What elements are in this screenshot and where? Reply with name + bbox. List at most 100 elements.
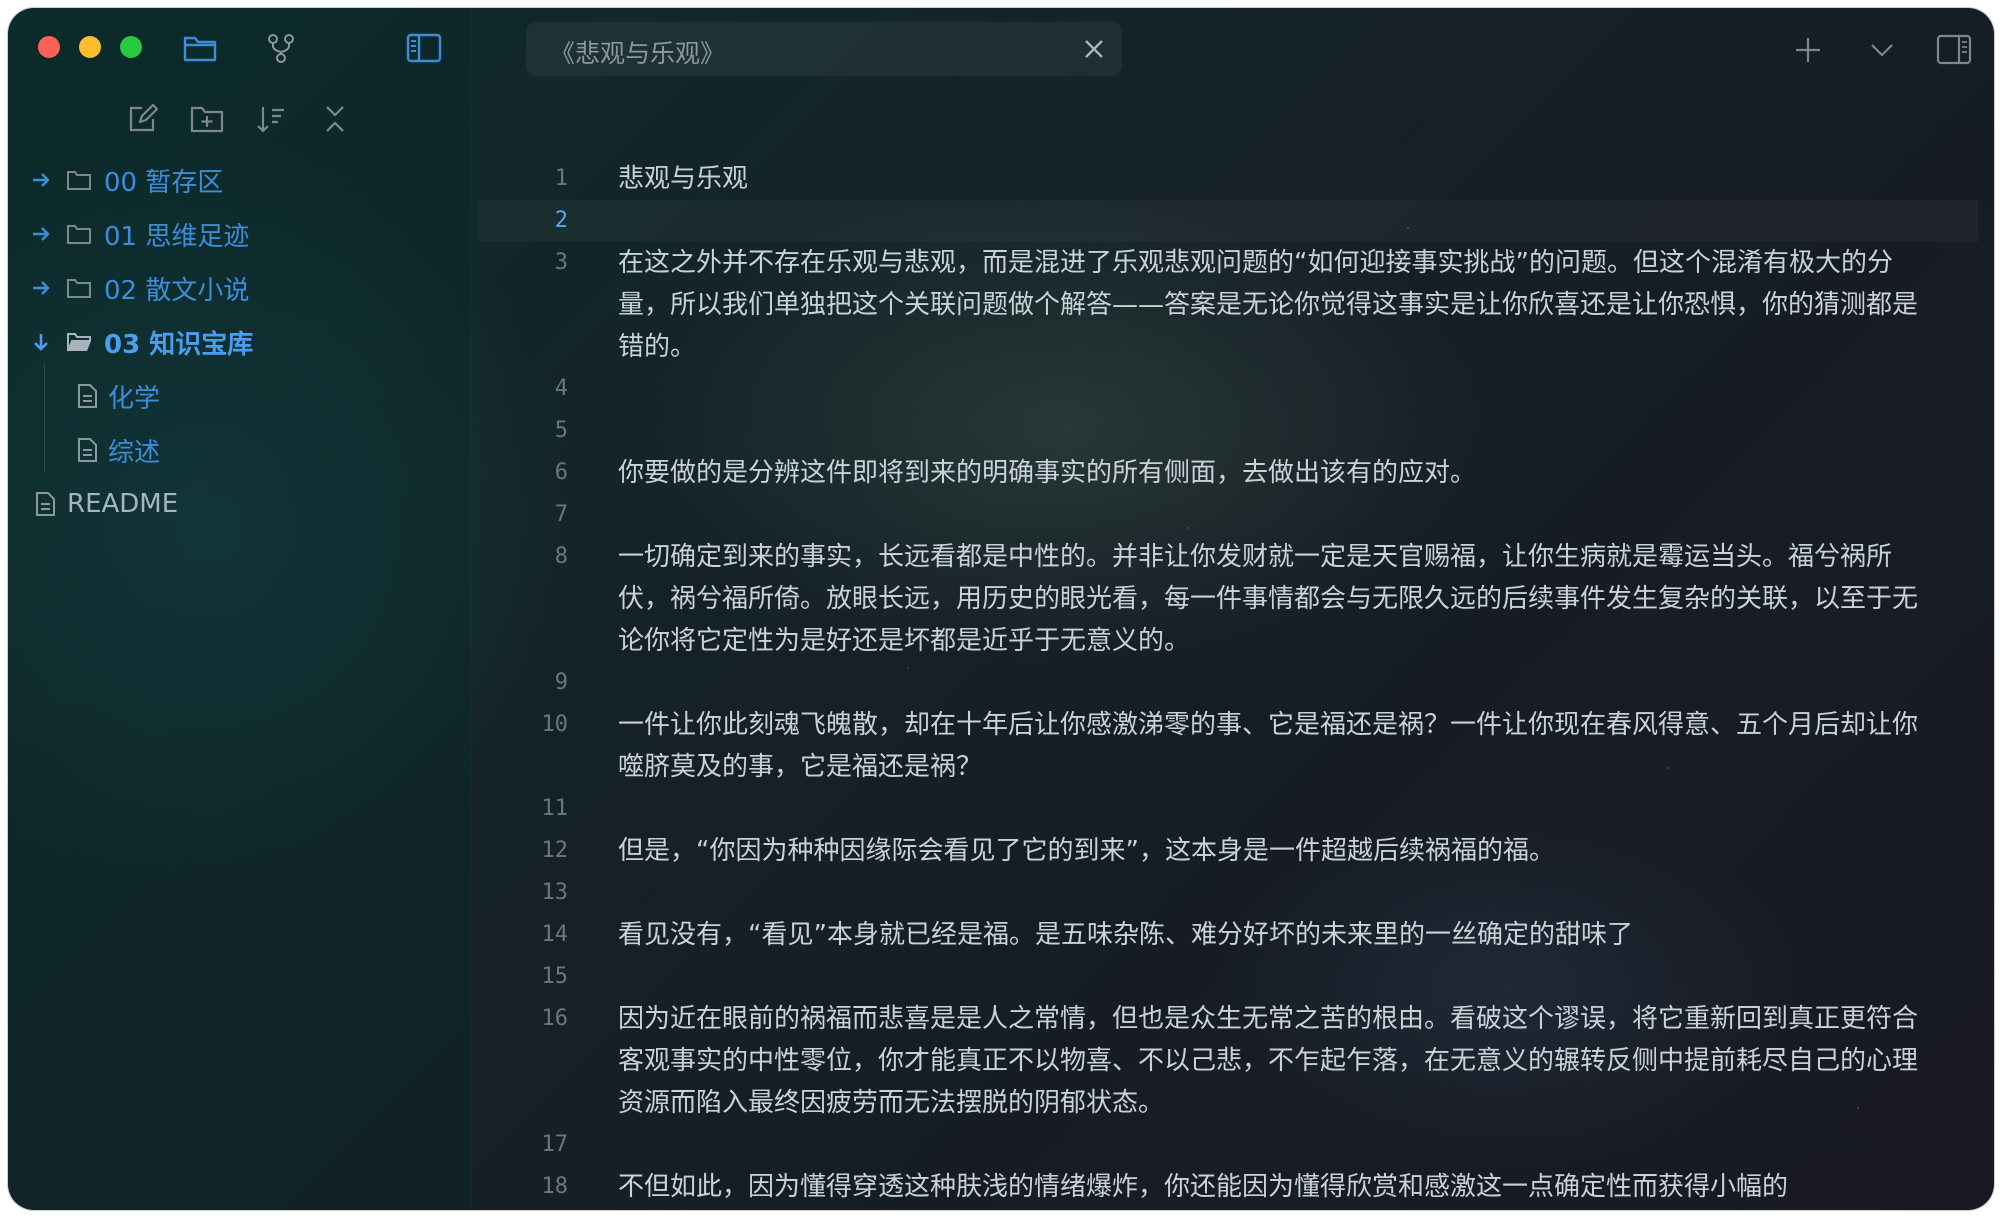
expand-arrow-icon[interactable] (30, 223, 52, 245)
git-branch-icon[interactable] (263, 30, 299, 66)
line-text[interactable]: 在这之外并不存在乐观与悲观，而是混进了乐观悲观问题的“如何迎接事实挑战”的问题。… (588, 242, 1918, 368)
editor-line[interactable]: 1 悲观与乐观 (478, 158, 1978, 200)
file-toolbar (126, 102, 352, 136)
tree-file-chemistry[interactable]: 化学 (8, 369, 470, 423)
sidebar: 00 暂存区 01 思维足迹 02 散文小说 03 知识宝库 化学 综述 REA… (8, 8, 471, 1210)
line-number: 2 (554, 208, 568, 233)
editor-line[interactable]: 8 一切确定到来的事实，长远看都是中性的。并非让你发财就一定是天官赐福，让你生病就… (478, 536, 1978, 662)
editor-line[interactable]: 16 因为近在眼前的祸福而悲喜是是人之常情，但也是众生无常之苦的根由。看破这个谬误… (478, 998, 1978, 1124)
editor-line[interactable]: 11 (478, 788, 1978, 830)
folder-icon (67, 279, 91, 298)
expand-arrow-icon[interactable] (30, 169, 52, 191)
new-folder-icon[interactable] (190, 102, 224, 136)
line-text[interactable] (588, 662, 1918, 704)
file-icon (78, 438, 97, 462)
tree-folder-01[interactable]: 01 思维足迹 (8, 207, 470, 261)
line-number: 18 (541, 1174, 569, 1199)
line-number: 13 (541, 880, 569, 905)
tree-item-label: 03 知识宝库 (104, 329, 254, 360)
line-text[interactable]: 看见没有，“看见”本身就已经是福。是五味杂陈、难分好坏的未来里的一丝确定的甜味了 (588, 914, 1918, 956)
tree-folder-03[interactable]: 03 知识宝库 (8, 315, 470, 369)
line-text[interactable] (588, 410, 1918, 452)
editor-line[interactable]: 7 (478, 494, 1978, 536)
markdown-editor[interactable]: 1 悲观与乐观 2 3 在这之外并不存在乐观与悲观，而是混进了乐观悲观问题的“如何迎接… (478, 158, 1978, 1208)
line-text[interactable] (588, 872, 1918, 914)
editor-line[interactable]: 2 (478, 200, 1978, 242)
toggle-right-panel-icon[interactable] (1936, 32, 1972, 68)
tree-item-label: 化学 (108, 383, 161, 414)
tree-item-label: 00 暂存区 (104, 167, 224, 198)
tree-item-label: README (67, 489, 179, 519)
folder-icon (67, 171, 91, 190)
line-number: 6 (554, 460, 568, 485)
editor-line[interactable]: 3 在这之外并不存在乐观与悲观，而是混进了乐观悲观问题的“如何迎接事实挑战”的问题… (478, 242, 1978, 368)
line-number: 5 (554, 418, 568, 443)
line-text[interactable]: 你要做的是分辨这件即将到来的明确事实的所有侧面，去做出该有的应对。 (588, 452, 1918, 494)
line-text[interactable] (588, 368, 1918, 410)
line-text[interactable]: 不但如此，因为懂得穿透这种肤浅的情绪爆炸，你还能因为懂得欣赏和感激这一点确定性而… (588, 1166, 1918, 1208)
window-controls (38, 36, 142, 58)
collapse-arrow-icon[interactable] (30, 331, 52, 353)
line-text[interactable]: 一切确定到来的事实，长远看都是中性的。并非让你发财就一定是天官赐福，让你生病就是… (588, 536, 1918, 662)
folder-icon[interactable] (182, 30, 218, 66)
file-icon (78, 384, 97, 408)
editor-line[interactable]: 6 你要做的是分辨这件即将到来的明确事实的所有侧面，去做出该有的应对。 (478, 452, 1978, 494)
tree-item-label: 02 散文小说 (104, 275, 250, 306)
line-text[interactable]: 但是，“你因为种种因缘际会看见了它的到来”，这本身是一件超越后续祸福的福。 (588, 830, 1918, 872)
editor-line[interactable]: 12 但是，“你因为种种因缘际会看见了它的到来”，这本身是一件超越后续祸福的福。 (478, 830, 1978, 872)
line-number: 10 (541, 712, 569, 737)
line-number: 9 (554, 670, 568, 695)
line-text[interactable]: 一件让你此刻魂飞魄散，却在十年后让你感激涕零的事、它是福还是祸？一件让你现在春风… (588, 704, 1918, 788)
line-number: 3 (554, 250, 568, 275)
tree-folder-00[interactable]: 00 暂存区 (8, 153, 470, 207)
editor-line[interactable]: 13 (478, 872, 1978, 914)
maximize-window-button[interactable] (120, 36, 142, 58)
collapse-all-icon[interactable] (318, 102, 352, 136)
line-text[interactable] (588, 1124, 1918, 1166)
file-icon (36, 492, 55, 516)
tab-active-document[interactable]: 《悲观与乐观》 (526, 22, 1122, 76)
sort-icon[interactable] (254, 102, 288, 136)
editor-line[interactable]: 18 不但如此，因为懂得穿透这种肤浅的情绪爆炸，你还能因为懂得欣赏和感激这一点确定… (478, 1166, 1978, 1208)
editor-line[interactable]: 5 (478, 410, 1978, 452)
folder-icon (67, 225, 91, 244)
expand-arrow-icon[interactable] (30, 277, 52, 299)
line-text[interactable] (588, 494, 1918, 536)
app-window: 00 暂存区 01 思维足迹 02 散文小说 03 知识宝库 化学 综述 REA… (8, 8, 1994, 1210)
file-tree: 00 暂存区 01 思维足迹 02 散文小说 03 知识宝库 化学 综述 REA… (8, 153, 470, 531)
close-tab-icon[interactable] (1080, 35, 1108, 63)
tree-file-overview[interactable]: 综述 (8, 423, 470, 477)
new-note-icon[interactable] (126, 102, 160, 136)
editor-line[interactable]: 14 看见没有，“看见”本身就已经是福。是五味杂陈、难分好坏的未来里的一丝确定的甜… (478, 914, 1978, 956)
chevron-down-icon[interactable] (1864, 32, 1900, 68)
line-number: 17 (541, 1132, 569, 1157)
open-folder-icon (67, 333, 91, 352)
line-text[interactable]: 悲观与乐观 (588, 158, 1918, 200)
editor-line[interactable]: 17 (478, 1124, 1978, 1166)
line-number: 4 (554, 376, 568, 401)
line-text[interactable] (588, 788, 1918, 830)
line-number: 16 (541, 1006, 569, 1031)
editor-line[interactable]: 15 (478, 956, 1978, 998)
tab-title: 《悲观与乐观》 (550, 39, 726, 68)
close-window-button[interactable] (38, 36, 60, 58)
tree-folder-02[interactable]: 02 散文小说 (8, 261, 470, 315)
line-text[interactable] (588, 200, 1918, 242)
toggle-sidebar-icon[interactable] (406, 30, 442, 66)
tree-item-label: 综述 (108, 437, 161, 468)
line-text[interactable]: 因为近在眼前的祸福而悲喜是是人之常情，但也是众生无常之苦的根由。看破这个谬误，将… (588, 998, 1918, 1124)
tree-file-readme[interactable]: README (8, 477, 470, 531)
line-number: 15 (541, 964, 569, 989)
editor-line[interactable]: 10 一件让你此刻魂飞魄散，却在十年后让你感激涕零的事、它是福还是祸？一件让你现在… (478, 704, 1978, 788)
line-number: 8 (554, 544, 568, 569)
editor-line[interactable]: 4 (478, 368, 1978, 410)
line-number: 12 (541, 838, 569, 863)
new-tab-icon[interactable] (1790, 32, 1826, 68)
editor-line[interactable]: 9 (478, 662, 1978, 704)
line-number: 11 (541, 796, 569, 821)
minimize-window-button[interactable] (79, 36, 101, 58)
line-number: 14 (541, 922, 569, 947)
line-text[interactable] (588, 956, 1918, 998)
line-number: 1 (554, 166, 568, 191)
tree-item-label: 01 思维足迹 (104, 221, 250, 252)
